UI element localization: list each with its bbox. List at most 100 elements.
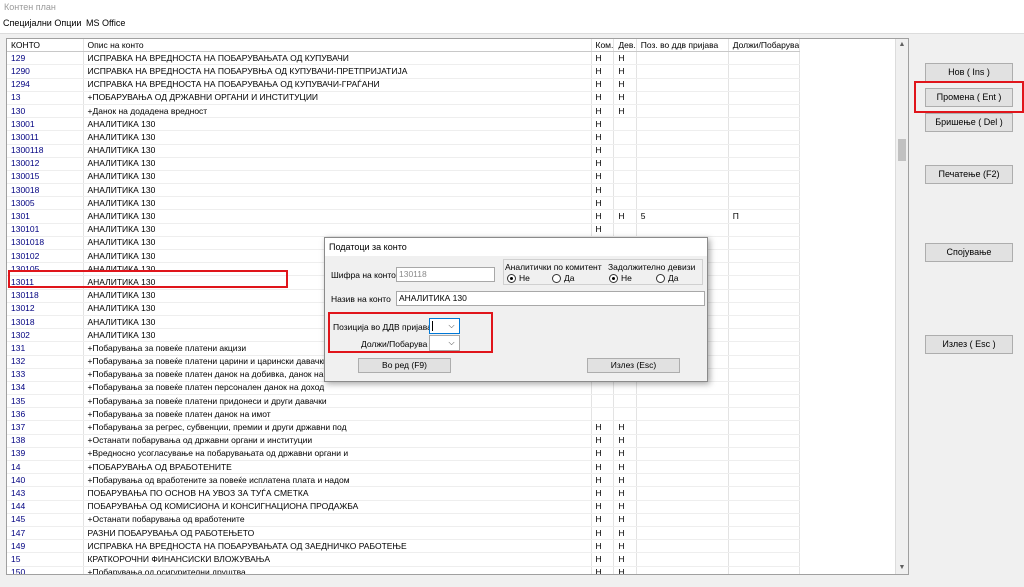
cell-konto: 147	[7, 526, 84, 541]
table-row[interactable]: 130 +Данок на додадена вредност Н Н	[7, 104, 801, 119]
dialog-exit-button[interactable]: Излез (Esc)	[587, 358, 680, 373]
chevron-down-icon[interactable]: ⌵	[445, 319, 458, 333]
radio-empty-icon	[552, 273, 561, 283]
table-row[interactable]: 130018 АНАЛИТИКА 130 Н	[7, 183, 801, 198]
vat-position-combo[interactable]: ⌵	[429, 318, 460, 334]
table-row[interactable]: 135 +Побарувања за повеќе платени придоне…	[7, 394, 801, 409]
radio-empty-icon	[656, 273, 665, 283]
new-button[interactable]: Нов ( Ins )	[925, 63, 1013, 82]
table-row[interactable]: 1300118 АНАЛИТИКА 130 Н	[7, 144, 801, 158]
cell-vat-position	[636, 434, 729, 448]
edit-button[interactable]: Промена ( Ent )	[925, 88, 1013, 107]
cell-vat-position	[636, 104, 729, 119]
cell-konto: 133	[7, 368, 84, 382]
table-row[interactable]: 13001 АНАЛИТИКА 130 Н	[7, 117, 801, 132]
scroll-up-icon[interactable]: ▲	[896, 39, 908, 51]
table-row[interactable]: 139 +Вредносно усогласување на побарувања…	[7, 447, 801, 462]
table-row[interactable]: 1294 ИСПРАВКА НА ВРЕДНОСТА НА ПОБАРУВАЊА …	[7, 78, 801, 92]
cell-debit-credit	[728, 394, 801, 409]
cell-dev: Н	[613, 64, 637, 79]
name-field[interactable]: АНАЛИТИКА 130	[396, 291, 705, 306]
table-row[interactable]: 129 ИСПРАВКА НА ВРЕДНОСТА НА ПОБАРУВАЊАТА…	[7, 51, 801, 66]
col-header-debit-credit[interactable]: Должи/Побарува	[728, 39, 801, 53]
col-header-konto[interactable]: КОНТО	[7, 39, 84, 53]
col-header-description[interactable]: Опис на конто	[83, 39, 592, 53]
print-button[interactable]: Печатење (F2)	[925, 165, 1013, 184]
table-row[interactable]: 149 ИСПРАВКА НА ВРЕДНОСТА НА ПОБАРУВАЊАТА…	[7, 539, 801, 554]
menu-special-options[interactable]: Специјални Опции	[3, 18, 81, 28]
cell-dev	[613, 170, 637, 185]
analytic-no-radio[interactable]: Не	[507, 273, 530, 283]
code-field[interactable]: 130118	[396, 267, 495, 282]
cell-kom: Н	[591, 500, 615, 514]
cell-dev: Н	[613, 209, 637, 224]
cell-dev	[613, 394, 637, 409]
code-label: Шифра на конто	[331, 270, 396, 280]
table-row[interactable]: 1301 АНАЛИТИКА 130 Н Н 5 П	[7, 209, 801, 224]
menu-ms-office[interactable]: MS Office	[86, 18, 125, 28]
table-row[interactable]: 134 +Побарувања за повеќе платен персонал…	[7, 381, 801, 396]
currency-no-radio[interactable]: Не	[609, 273, 632, 283]
cell-kom: Н	[591, 104, 615, 119]
cell-dev	[613, 407, 637, 422]
cell-vat-position	[636, 223, 729, 237]
cell-konto: 13011	[7, 275, 84, 290]
table-row[interactable]: 140 +Побарувања од вработените за повеќе …	[7, 473, 801, 488]
cell-konto: 140	[7, 473, 84, 488]
table-row[interactable]: 1290 ИСПРАВКА НА ВРЕДНОСТА НА ПОБАРУВЊА О…	[7, 64, 801, 79]
grid-vertical-scrollbar[interactable]: ▲ ▼	[895, 39, 908, 574]
col-header-kom[interactable]: Ком.	[591, 39, 615, 53]
col-header-dev[interactable]: Дев.	[613, 39, 637, 53]
cell-dev: Н	[613, 500, 637, 514]
debit-credit-combo[interactable]: ⌵	[429, 335, 460, 351]
table-row[interactable]: 130015 АНАЛИТИКА 130 Н	[7, 170, 801, 185]
table-row[interactable]: 130011 АНАЛИТИКА 130 Н	[7, 130, 801, 145]
table-row[interactable]: 13005 АНАЛИТИКА 130 Н	[7, 196, 801, 211]
analytic-yes-radio[interactable]: Да	[552, 273, 574, 283]
cell-konto: 1290	[7, 64, 84, 79]
table-row[interactable]: 137 +Побарувања за регрес, субвенции, пре…	[7, 420, 801, 435]
cell-dev: Н	[613, 539, 637, 554]
cell-kom: Н	[591, 51, 615, 66]
cell-vat-position	[636, 183, 729, 198]
table-row[interactable]: 14 +ПОБАРУВАЊА ОД ВРАБОТЕНИТЕ Н Н	[7, 460, 801, 475]
table-row[interactable]: 130101 АНАЛИТИКА 130 Н	[7, 223, 801, 237]
table-row[interactable]: 150 +Побарувања од осигурителни друштва Н Н	[7, 566, 801, 574]
exit-button[interactable]: Излез ( Esc )	[925, 335, 1013, 354]
col-header-vat-position[interactable]: Поз. во ддв пријава	[636, 39, 729, 53]
delete-button[interactable]: Бришење ( Del )	[925, 113, 1013, 132]
table-row[interactable]: 138 +Останати побарувања од државни орган…	[7, 434, 801, 448]
table-row[interactable]: 147 РАЗНИ ПОБАРУВАЊА ОД РАБОТЕЊЕТО Н Н	[7, 526, 801, 541]
table-row[interactable]: 144 ПОБАРУВАЊА ОД КОМИСИОНА И КОНСИГНАЦИО…	[7, 500, 801, 514]
cell-vat-position	[636, 552, 729, 567]
cell-konto: 139	[7, 447, 84, 462]
table-row[interactable]: 136 +Побарувања за повеќе платен данок на…	[7, 407, 801, 422]
scroll-thumb[interactable]	[898, 139, 906, 161]
cell-kom	[591, 394, 615, 409]
cell-konto: 1301018	[7, 236, 84, 251]
ok-button[interactable]: Во ред (F9)	[358, 358, 451, 373]
cell-vat-position	[636, 460, 729, 475]
cell-debit-credit	[728, 552, 801, 567]
table-row[interactable]: 145 +Останати побарувања од вработените Н Н	[7, 513, 801, 527]
table-row[interactable]: 143 ПОБАРУВАЊА ПО ОСНОВ НА УВОЗ ЗА ТУЃА С…	[7, 486, 801, 501]
vat-position-label: Позиција во ДДВ пријава	[333, 322, 432, 332]
merge-button[interactable]: Спојување	[925, 243, 1013, 262]
table-row[interactable]: 13 +ПОБАРУВАЊА ОД ДРЖАВНИ ОРГАНИ И ИНСТИТ…	[7, 91, 801, 105]
currency-yes-radio[interactable]: Да	[656, 273, 678, 283]
cell-debit-credit	[728, 78, 801, 92]
table-row[interactable]: 15 КРАТКОРОЧНИ ФИНАНСИСКИ ВЛОЖУВАЊА Н Н	[7, 552, 801, 567]
cell-kom: Н	[591, 223, 615, 237]
cell-debit-credit	[728, 170, 801, 185]
cell-kom: Н	[591, 157, 615, 171]
chevron-down-icon[interactable]: ⌵	[445, 336, 458, 350]
cell-konto: 15	[7, 552, 84, 567]
cell-description: РАЗНИ ПОБАРУВАЊА ОД РАБОТЕЊЕТО	[83, 526, 592, 541]
cell-kom: Н	[591, 196, 615, 211]
cell-konto: 138	[7, 434, 84, 448]
cell-kom: Н	[591, 434, 615, 448]
scroll-down-icon[interactable]: ▼	[896, 562, 908, 574]
cell-konto: 1294	[7, 78, 84, 92]
cell-vat-position	[636, 51, 729, 66]
table-row[interactable]: 130012 АНАЛИТИКА 130 Н	[7, 157, 801, 171]
